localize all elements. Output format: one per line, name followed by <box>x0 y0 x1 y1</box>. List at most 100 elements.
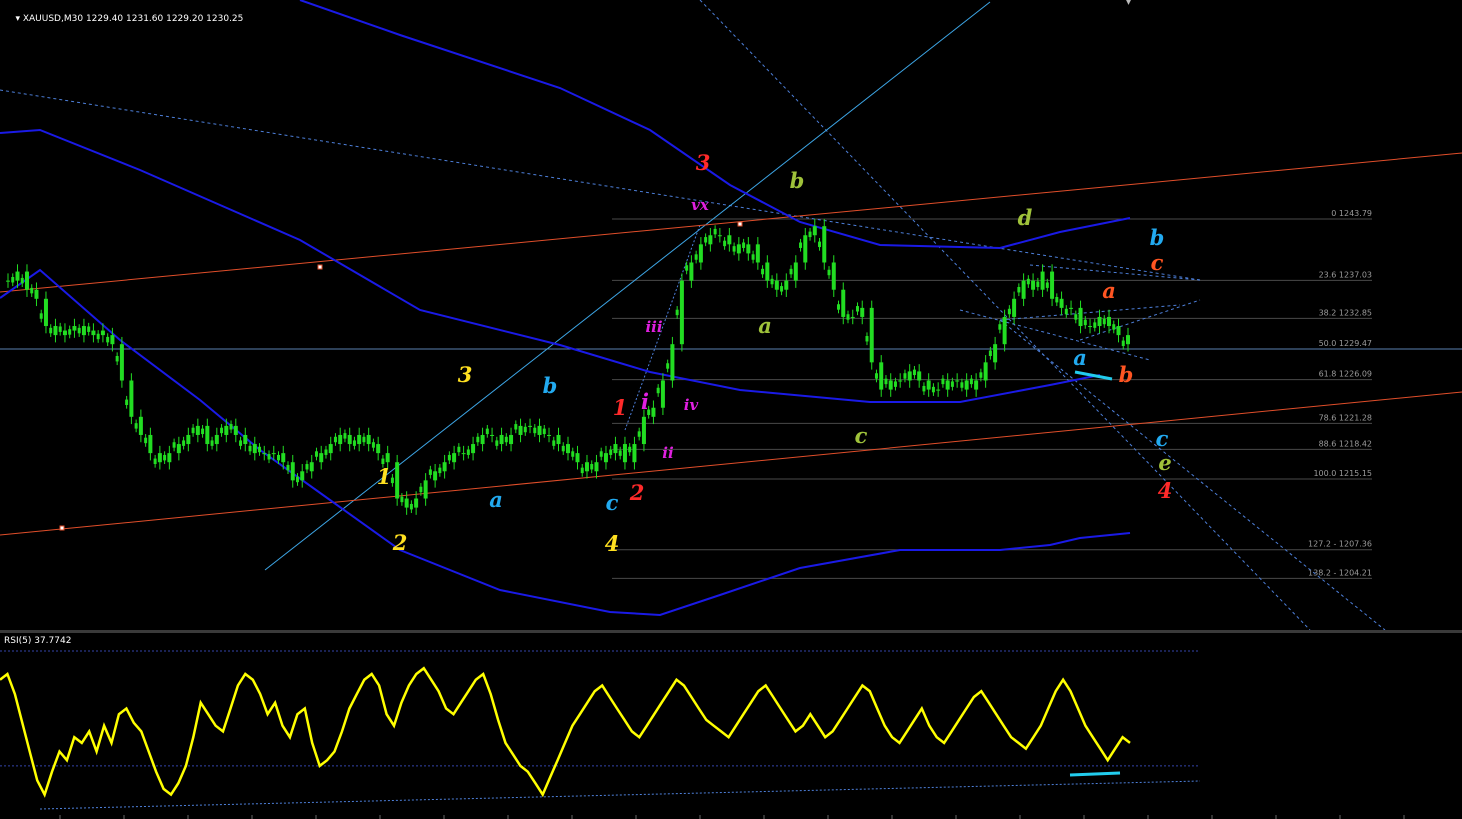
chart-header: ▾ XAUUSD,M30 1229.40 1231.60 1229.20 123… <box>4 4 243 34</box>
candle-body <box>290 462 295 481</box>
candle-body <box>125 399 129 406</box>
solid-trendline <box>264 1 991 571</box>
candle-body <box>717 235 722 237</box>
candle-body <box>603 453 608 463</box>
wave-label: iv <box>684 396 699 414</box>
candle-body <box>960 382 964 388</box>
price-chart-pane[interactable]: 0 1243.79 23.6 1237.03 38.2 1232.85 50.0 12… <box>0 0 1462 630</box>
candle-body <box>81 326 86 336</box>
candle-body <box>945 380 950 390</box>
channel-anchor-point <box>737 221 743 227</box>
candle-body <box>979 372 983 378</box>
candle-body <box>898 380 903 382</box>
candle-body <box>1093 322 1097 328</box>
candle-body <box>518 425 523 435</box>
candle-body <box>865 336 869 342</box>
candle-body <box>1112 324 1116 330</box>
candle-body <box>210 440 214 446</box>
candle-body <box>689 262 694 281</box>
candle-body <box>1097 316 1102 327</box>
candle-body <box>575 453 580 463</box>
candle-body <box>969 378 973 385</box>
candle-body <box>742 242 746 248</box>
candle-body <box>106 336 110 343</box>
candle-body <box>922 385 926 392</box>
fib-level-label: 0 1243.79 <box>1331 209 1372 218</box>
wave-label: 2 <box>629 480 645 505</box>
candle-body <box>371 442 375 448</box>
candle-body <box>357 434 362 445</box>
candle-body <box>1107 316 1112 327</box>
candle-body <box>87 326 91 332</box>
candle-body <box>68 329 72 335</box>
candle-body <box>780 286 784 292</box>
window-menu-icon[interactable]: ▾ <box>1126 0 1131 8</box>
candle-body <box>955 380 960 382</box>
candle-body <box>1069 307 1074 309</box>
wave-label: a <box>489 487 503 512</box>
ma-mid-line <box>0 128 1101 403</box>
candle-body <box>214 434 219 445</box>
candle-body <box>167 453 172 463</box>
candle-body <box>632 444 637 463</box>
candle-body <box>1026 278 1030 285</box>
price-chart-svg[interactable]: 0 1243.79 23.6 1237.03 38.2 1232.85 50.0 12… <box>0 0 1462 630</box>
candle-body <box>457 446 461 453</box>
fib-level-label: 88.6 1218.42 <box>1319 439 1372 448</box>
candle-body <box>931 386 935 393</box>
candle-body <box>286 464 290 471</box>
candle-body <box>926 380 931 390</box>
candle-body <box>704 237 708 243</box>
candle-body <box>62 330 67 336</box>
candle-body <box>148 434 153 454</box>
ma-upper-line <box>299 0 1131 250</box>
candle-body <box>305 464 309 470</box>
rsi-svg[interactable] <box>0 633 1462 819</box>
candle-body <box>423 480 428 499</box>
candle-body <box>547 434 552 436</box>
candle-body <box>452 453 457 463</box>
candle-body <box>793 262 798 281</box>
candle-body <box>438 467 442 474</box>
candle-body <box>115 355 119 362</box>
candle-body <box>153 458 157 465</box>
candle-body <box>258 446 262 453</box>
candle-body <box>91 330 96 336</box>
rsi-pane[interactable]: RSI(5) 37.7742 <box>0 633 1462 819</box>
candle-body <box>755 244 760 263</box>
candle-body <box>129 380 134 417</box>
candle-body <box>523 426 527 433</box>
candle-body <box>983 362 988 381</box>
candle-body <box>243 434 248 445</box>
candle-body <box>447 454 451 461</box>
candle-body <box>874 373 878 379</box>
candle-body <box>485 428 489 435</box>
fib-level-label: 78.6 1221.28 <box>1319 413 1372 422</box>
candle-body <box>850 316 855 318</box>
candle-body <box>1102 318 1106 325</box>
ohlc-label: 1229.40 1231.60 1229.20 1230.25 <box>85 14 244 24</box>
candle-body <box>362 436 366 443</box>
dropdown-triangle-icon[interactable]: ▾ <box>15 14 22 24</box>
candle-body <box>30 287 34 294</box>
candle-body <box>888 380 893 390</box>
fib-level-label: 127.2 - 1207.36 <box>1308 540 1372 549</box>
wave-label: 2 <box>392 530 408 555</box>
wave-label: c <box>1156 426 1169 451</box>
candle-body <box>324 449 328 455</box>
candle-body <box>191 427 195 434</box>
candle-body <box>376 444 381 454</box>
candle-body <box>72 326 77 331</box>
wave-label: b <box>790 168 805 193</box>
candle-body <box>694 254 698 260</box>
candle-body <box>404 498 409 508</box>
candle-body <box>490 434 495 436</box>
candle-body <box>765 262 770 281</box>
candle-body <box>24 271 29 290</box>
wave-label: c <box>1151 250 1164 275</box>
candle-body <box>818 241 822 248</box>
candle-body <box>1121 340 1125 347</box>
candle-body <box>366 434 371 445</box>
candle-body <box>233 425 238 435</box>
candle-body <box>799 242 803 248</box>
